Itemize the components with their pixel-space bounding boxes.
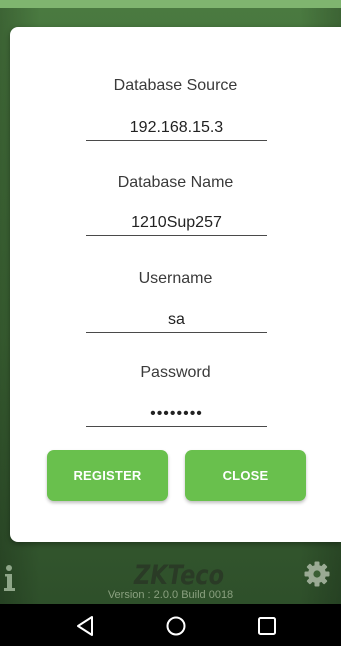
version-text: Version : 2.0.0 Build 0018	[107, 589, 234, 601]
username-input[interactable]	[86, 308, 267, 333]
zkteco-logo: ZKTeco	[133, 560, 224, 588]
database-name-input[interactable]	[86, 211, 267, 236]
info-icon[interactable]	[0, 564, 16, 592]
database-settings-dialog: Database Source Database Name Username P…	[10, 27, 341, 542]
status-bar	[0, 0, 341, 8]
database-source-input[interactable]	[86, 116, 267, 141]
home-circle-icon[interactable]	[165, 615, 187, 637]
android-navigation-bar	[0, 604, 341, 646]
recents-square-icon[interactable]	[256, 615, 278, 637]
svg-text:ZKTeco: ZKTeco	[133, 560, 224, 588]
gear-icon[interactable]	[304, 561, 330, 587]
database-name-label: Database Name	[117, 174, 234, 191]
footer-bar: ZKTeco Version : 2.0.0 Build 0018	[0, 542, 341, 604]
username-label: Username	[138, 270, 213, 287]
register-button[interactable]: REGISTER	[47, 450, 168, 501]
back-triangle-icon[interactable]	[75, 615, 97, 637]
close-button[interactable]: CLOSE	[185, 450, 306, 501]
password-label: Password	[140, 364, 211, 381]
password-input[interactable]	[86, 402, 267, 427]
database-source-label: Database Source	[113, 77, 238, 94]
